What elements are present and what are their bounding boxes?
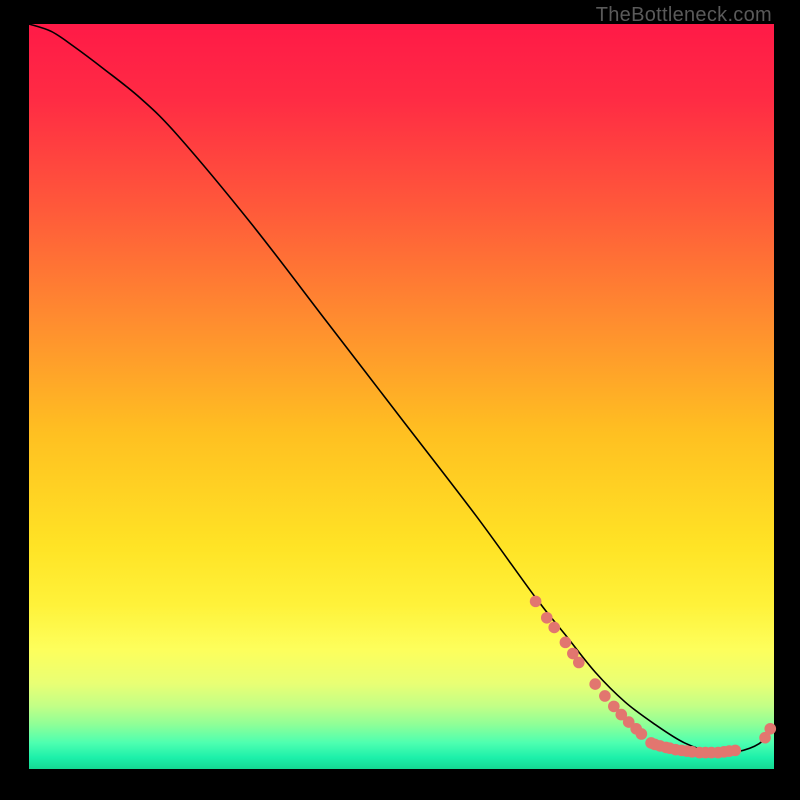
bottleneck-curve (29, 24, 774, 753)
highlight-dot (764, 723, 776, 735)
highlight-dot (548, 622, 560, 634)
highlight-dot (560, 637, 572, 649)
highlight-dot (573, 657, 585, 669)
highlight-dot (541, 612, 553, 624)
highlight-dots (530, 596, 776, 759)
plot-area (29, 24, 774, 769)
curve-layer (29, 24, 774, 769)
highlight-dot (729, 745, 741, 757)
highlight-dot (589, 678, 601, 690)
highlight-dot (636, 728, 648, 740)
chart-stage: TheBottleneck.com (0, 0, 800, 800)
highlight-dot (530, 596, 542, 608)
highlight-dot (599, 690, 611, 702)
